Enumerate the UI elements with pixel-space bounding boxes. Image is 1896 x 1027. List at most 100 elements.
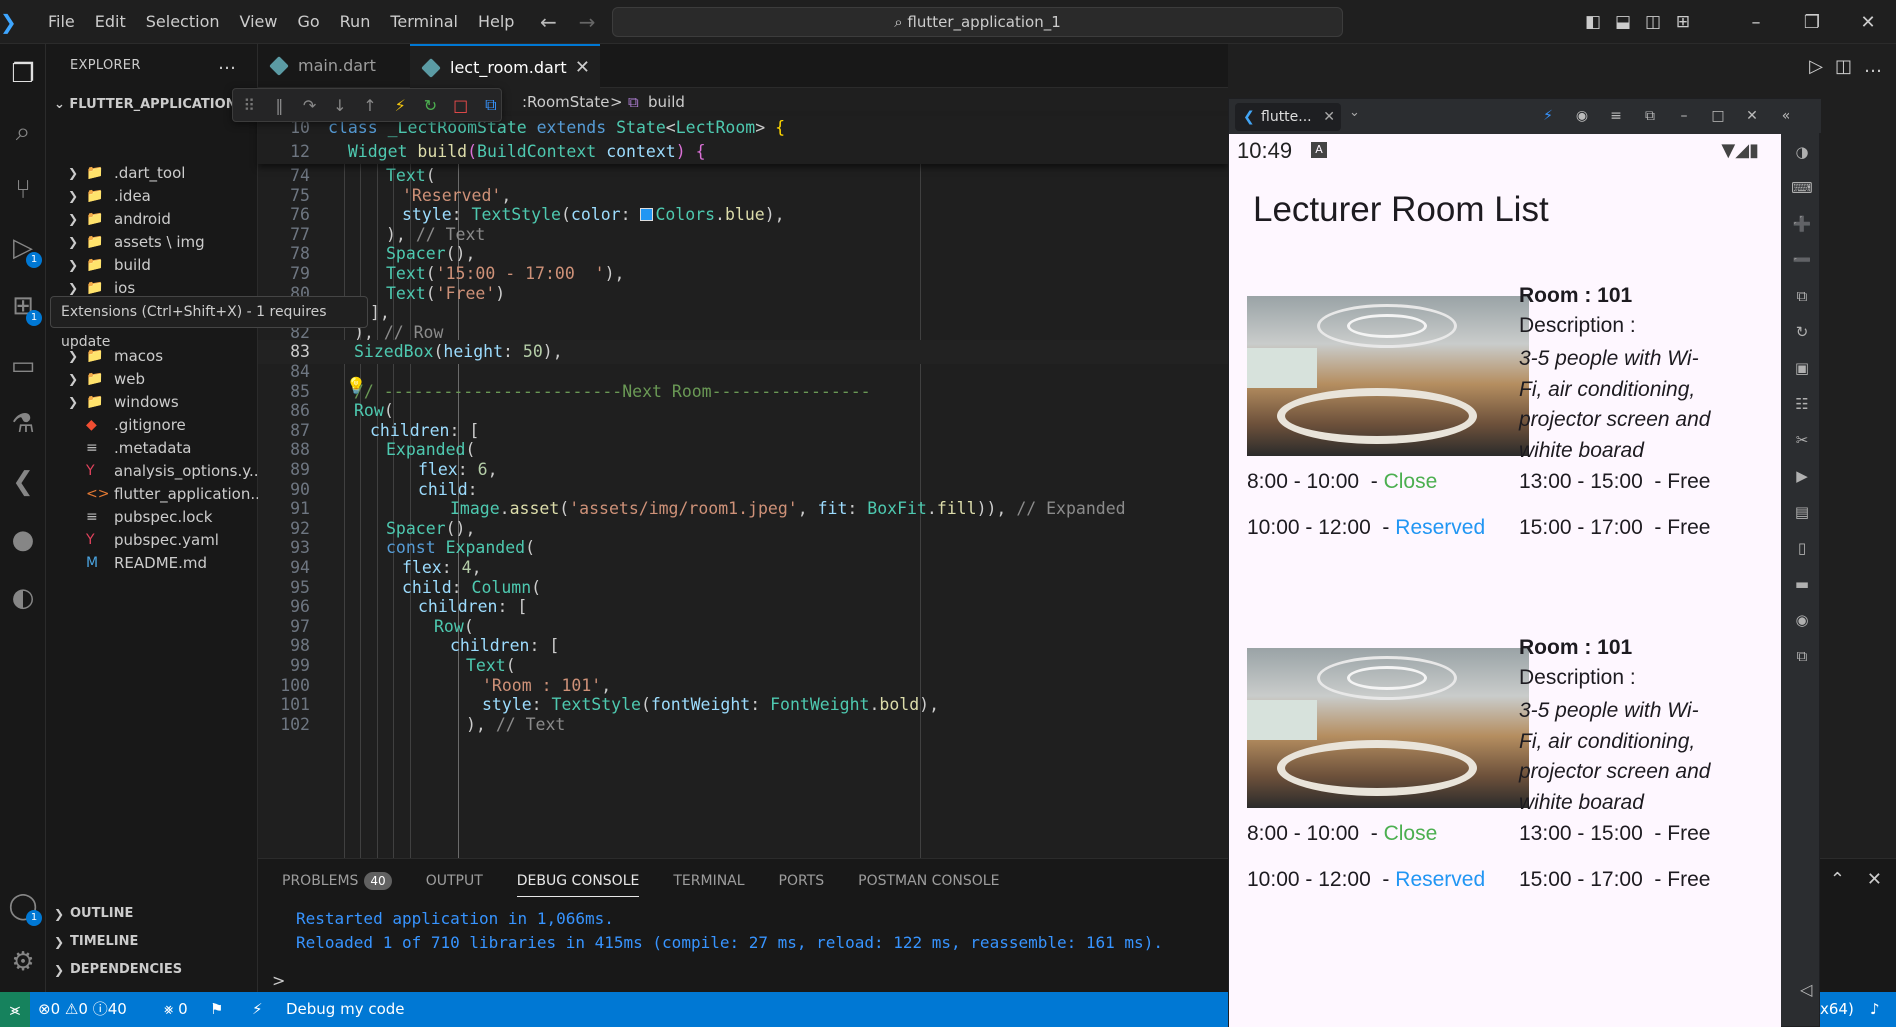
- keyboard-icon[interactable]: ⌨: [1783, 179, 1821, 197]
- maximize-panel-icon[interactable]: ⌃: [1830, 869, 1845, 890]
- sticky-line[interactable]: 12 Widget build(BuildContext context) {: [258, 140, 1228, 164]
- tab-dropdown-icon[interactable]: ⌄: [1349, 105, 1360, 120]
- menu-file[interactable]: File: [38, 0, 85, 44]
- remote-explorer-icon[interactable]: ▭: [0, 344, 46, 388]
- toggle-secondary-sidebar-icon[interactable]: ◫: [1638, 12, 1668, 32]
- emulator-tab[interactable]: ❮ flutte... ✕: [1235, 103, 1341, 131]
- account-icon[interactable]: ◯ 1: [0, 884, 46, 928]
- remote-indicator-icon[interactable]: ⪤: [0, 992, 30, 1027]
- menu-go[interactable]: Go: [287, 0, 329, 44]
- menu-selection[interactable]: Selection: [136, 0, 230, 44]
- stop-icon[interactable]: □: [451, 96, 471, 115]
- step-into-icon[interactable]: ↓: [330, 96, 350, 115]
- drag-handle-icon[interactable]: ⠿: [239, 96, 259, 115]
- editor-more-icon[interactable]: …: [1864, 56, 1882, 77]
- flash-icon[interactable]: ⚡: [252, 992, 263, 1027]
- code-editor[interactable]: 74 Text(75 'Reserved', 76 style: TextStyle(c…: [258, 164, 1228, 858]
- more-actions-icon[interactable]: …: [218, 44, 236, 88]
- lightbulb-icon[interactable]: 💡: [346, 376, 366, 395]
- project-folder-header[interactable]: ⌄ FLUTTER_APPLICATION_1: [46, 92, 258, 118]
- testing-flask-icon[interactable]: ⚗: [0, 402, 46, 446]
- close-tab-icon[interactable]: ✕: [1323, 103, 1335, 131]
- tab-main-dart[interactable]: main.dart: [258, 44, 408, 88]
- back-nav-icon[interactable]: ◁: [1800, 980, 1812, 999]
- github-icon[interactable]: ●: [0, 518, 46, 562]
- collapse-icon[interactable]: «: [1769, 108, 1803, 124]
- clipboard-icon[interactable]: ▤: [1783, 503, 1821, 521]
- record-icon[interactable]: ▶: [1783, 467, 1821, 485]
- explorer-files-icon[interactable]: ❐: [0, 52, 46, 96]
- split-editor-icon[interactable]: ◫: [1835, 56, 1852, 77]
- user-icon[interactable]: ◉: [1565, 108, 1599, 124]
- minimize-icon[interactable]: –: [1667, 108, 1701, 124]
- notifications-bell-icon[interactable]: ♪: [1870, 992, 1880, 1027]
- command-center-search[interactable]: ⌕ flutter_application_1: [612, 7, 1343, 37]
- back-arrow-icon[interactable]: ←: [540, 10, 557, 34]
- cut-icon[interactable]: ✂: [1783, 431, 1821, 449]
- camera-icon[interactable]: ▣: [1783, 359, 1821, 377]
- menu-view[interactable]: View: [230, 0, 288, 44]
- location-icon[interactable]: ◉: [1783, 611, 1821, 629]
- external-icon[interactable]: ⧉: [1633, 108, 1667, 124]
- menu-icon[interactable]: ≡: [1599, 108, 1633, 124]
- tab-problems[interactable]: PROBLEMS 40: [258, 859, 402, 903]
- menu-help[interactable]: Help: [468, 0, 524, 44]
- close-tab-icon[interactable]: ✕: [575, 46, 590, 90]
- customize-layout-icon[interactable]: ⊞: [1668, 12, 1698, 32]
- platform-status[interactable]: x64): [1820, 992, 1854, 1027]
- tab-output[interactable]: OUTPUT: [402, 859, 493, 903]
- inspect-widget-icon[interactable]: ⧉: [481, 95, 501, 115]
- tab-postman-console[interactable]: POSTMAN CONSOLE: [834, 859, 1009, 903]
- timeline-section[interactable]: ❯ TIMELINE: [46, 928, 258, 956]
- ports-status[interactable]: ⨳ 0: [164, 992, 188, 1027]
- code-line[interactable]: 102), // Text: [258, 713, 1228, 737]
- tab-terminal[interactable]: TERMINAL: [649, 859, 754, 903]
- close-emulator-icon[interactable]: ✕: [1735, 108, 1769, 124]
- debug-launch-status[interactable]: Debug my code: [286, 992, 405, 1027]
- screenshot-icon[interactable]: ⧉: [1783, 287, 1821, 305]
- volume-up-icon[interactable]: ➕: [1783, 215, 1821, 233]
- postman-icon[interactable]: ◐: [0, 576, 46, 620]
- file-item[interactable]: M README.md: [46, 550, 258, 577]
- toggle-panel-icon[interactable]: ⬓: [1608, 12, 1638, 32]
- rotate-icon[interactable]: ↻: [1783, 323, 1821, 341]
- close-window-icon[interactable]: ✕: [1840, 12, 1896, 33]
- layout-icon[interactable]: ☷: [1783, 395, 1821, 413]
- tab-lect-room-dart[interactable]: lect_room.dart ✕: [410, 44, 600, 88]
- menu-edit[interactable]: Edit: [85, 0, 136, 44]
- settings-icon[interactable]: ⧉: [1783, 647, 1821, 665]
- console-prompt[interactable]: >: [272, 971, 285, 990]
- flutter-icon[interactable]: ❮: [0, 460, 46, 504]
- breadcrumb-method[interactable]: build: [648, 88, 685, 116]
- tab-debug-console[interactable]: DEBUG CONSOLE: [493, 859, 650, 903]
- lightning-icon[interactable]: ⚡: [1531, 108, 1565, 124]
- device-icon[interactable]: ▯: [1783, 539, 1821, 557]
- run-debug-icon[interactable]: ▷ 1: [0, 226, 46, 270]
- hot-reload-icon[interactable]: ⚡: [390, 96, 410, 115]
- room-card[interactable]: Room : 101 Description : 3-5 people with W…: [1229, 636, 1781, 936]
- minimize-icon[interactable]: –: [1728, 12, 1784, 33]
- pause-icon[interactable]: ‖: [269, 96, 289, 115]
- settings-gear-icon[interactable]: ⚙: [0, 940, 46, 984]
- outline-section[interactable]: ❯ OUTLINE: [46, 900, 258, 928]
- toggle-sidebar-icon[interactable]: ◧: [1578, 12, 1608, 32]
- forward-arrow-icon[interactable]: →: [579, 10, 596, 34]
- maximize-icon[interactable]: □: [1701, 108, 1735, 124]
- run-file-icon[interactable]: ▷: [1809, 56, 1823, 77]
- extensions-icon[interactable]: ⊞ 1: [0, 284, 46, 328]
- step-out-icon[interactable]: ↑: [360, 96, 380, 115]
- volume-down-icon[interactable]: ➖: [1783, 251, 1821, 269]
- restore-icon[interactable]: ❐: [1784, 12, 1840, 33]
- room-card[interactable]: Room : 101 Description : 3-5 people with W…: [1229, 284, 1781, 584]
- menu-run[interactable]: Run: [330, 0, 381, 44]
- close-panel-icon[interactable]: ✕: [1867, 869, 1882, 890]
- search-view-icon[interactable]: ⌕: [0, 110, 46, 154]
- breadcrumb-class[interactable]: :RoomState: [522, 88, 609, 116]
- debug-config-icon[interactable]: ⚑: [210, 992, 223, 1027]
- source-control-icon[interactable]: ⑂: [0, 168, 46, 212]
- menu-terminal[interactable]: Terminal: [380, 0, 468, 44]
- folder-icon[interactable]: ▬: [1783, 575, 1821, 593]
- problems-status[interactable]: ⊗0 ⚠0 ⓘ40: [38, 992, 127, 1027]
- tab-ports[interactable]: PORTS: [755, 859, 835, 903]
- power-icon[interactable]: ◑: [1783, 143, 1821, 161]
